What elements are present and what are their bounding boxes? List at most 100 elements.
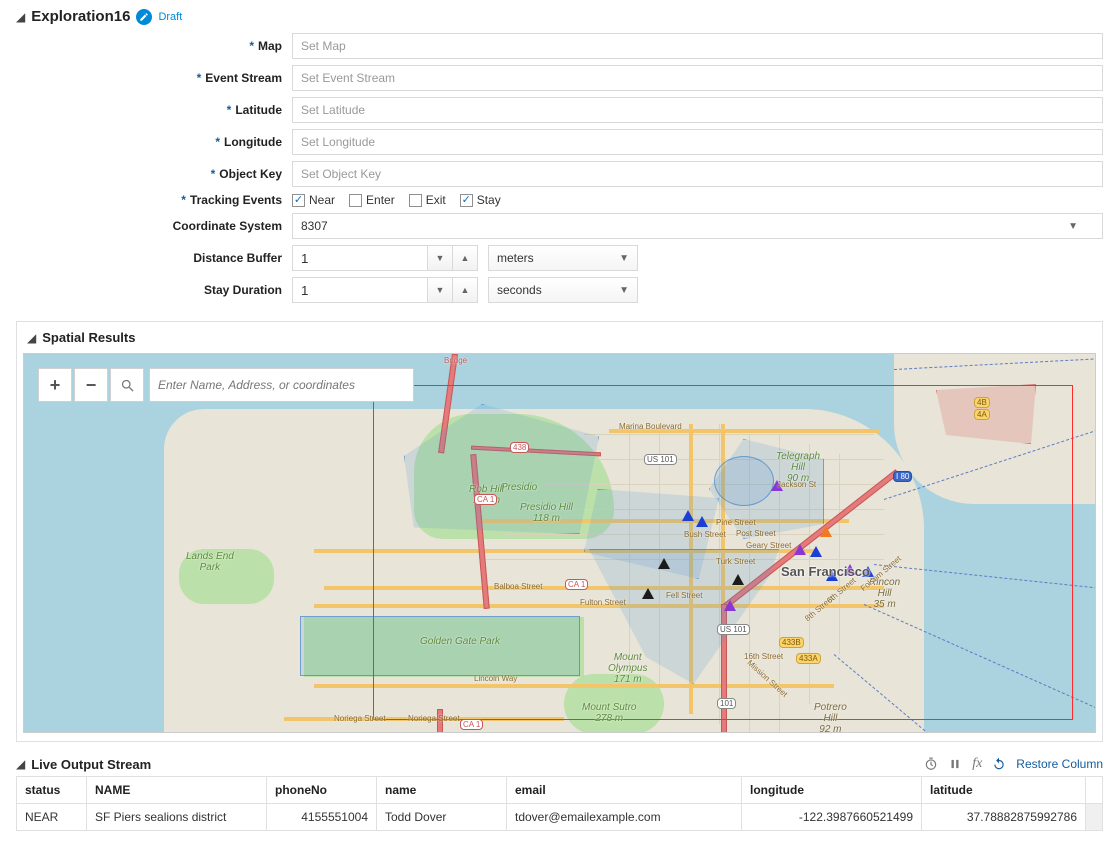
- park-label: Potrero Hill 92 m: [814, 702, 847, 733]
- scrollbar-stub[interactable]: [1086, 804, 1103, 831]
- coord-system-select[interactable]: 8307 ▼: [292, 213, 1103, 239]
- cell-phoneno: 4155551004: [267, 804, 377, 831]
- status-badge[interactable]: Draft: [158, 11, 182, 23]
- enter-checkbox[interactable]: [349, 194, 362, 207]
- pencil-icon: [139, 12, 149, 22]
- event-stream-select[interactable]: Set Event Stream: [292, 65, 1103, 91]
- stay-duration-increase[interactable]: ▲: [452, 277, 478, 303]
- stay-duration-unit-select[interactable]: seconds ▼: [488, 277, 638, 303]
- coord-system-value: 8307: [301, 219, 328, 233]
- map-select[interactable]: Set Map: [292, 33, 1103, 59]
- park-label: Presidio: [501, 482, 537, 493]
- col-email[interactable]: email: [507, 777, 742, 804]
- road-label: Bridge: [444, 356, 467, 365]
- enter-checkbox-label: Enter: [366, 193, 395, 207]
- near-checkbox-label: Near: [309, 193, 335, 207]
- cell-email: tdover@emailexample.com: [507, 804, 742, 831]
- road-label: Post Street: [736, 529, 776, 538]
- collapse-icon[interactable]: ◢: [27, 331, 36, 345]
- park-label: Presidio Hill 118 m: [520, 502, 573, 524]
- col-latitude[interactable]: latitude: [922, 777, 1086, 804]
- object-key-label: Object Key: [219, 167, 282, 181]
- road-label: Turk Street: [716, 557, 755, 566]
- highway-shield: US 101: [717, 624, 750, 635]
- timer-icon[interactable]: [924, 757, 938, 771]
- live-output-stream-section: ◢ Live Output Stream fx Restore Column s…: [16, 752, 1103, 831]
- live-output-title: Live Output Stream: [31, 757, 151, 772]
- collapse-icon[interactable]: ◢: [16, 10, 25, 24]
- collapse-icon[interactable]: ◢: [16, 757, 25, 771]
- distance-buffer-input[interactable]: [292, 245, 428, 271]
- map-marker[interactable]: [732, 574, 744, 585]
- road-label: Fulton Street: [580, 598, 626, 607]
- cell-name: Todd Dover: [377, 804, 507, 831]
- stay-checkbox[interactable]: [460, 194, 473, 207]
- distance-buffer-increase[interactable]: ▲: [452, 245, 478, 271]
- map-marker[interactable]: [820, 526, 832, 537]
- park-label: Mount Olympus 171 m: [608, 652, 647, 685]
- map-marker[interactable]: [810, 546, 822, 557]
- chevron-down-icon: ▼: [619, 285, 629, 296]
- page-title: Exploration16: [31, 8, 130, 25]
- highway-shield: 4B: [974, 397, 990, 408]
- map-marker[interactable]: [658, 558, 670, 569]
- cell-latitude: 37.78882875992786: [922, 804, 1086, 831]
- tracking-events-label: Tracking Events: [190, 193, 282, 207]
- map-search-input[interactable]: Enter Name, Address, or coordinates: [149, 368, 414, 402]
- map-search-button[interactable]: [110, 368, 144, 402]
- highway-shield: 438: [510, 442, 529, 453]
- highway-shield: 101: [717, 698, 736, 709]
- park-label: Lands End Park: [186, 551, 234, 573]
- distance-buffer-label: Distance Buffer: [193, 251, 282, 265]
- longitude-select[interactable]: Set Longitude: [292, 129, 1103, 155]
- edit-button[interactable]: [136, 9, 152, 25]
- map-marker[interactable]: [794, 544, 806, 555]
- highway-shield: 433B: [779, 637, 804, 648]
- road-label: Noriega Street: [334, 714, 386, 723]
- distance-unit-value: meters: [497, 251, 534, 265]
- col-longitude[interactable]: longitude: [742, 777, 922, 804]
- road-label: Geary Street: [746, 541, 791, 550]
- exit-checkbox[interactable]: [409, 194, 422, 207]
- col-name[interactable]: name: [377, 777, 507, 804]
- spatial-results-title: Spatial Results: [42, 330, 135, 345]
- chevron-down-icon: ▼: [1068, 221, 1078, 232]
- map-label: Map: [258, 39, 282, 53]
- stay-duration-input[interactable]: [292, 277, 428, 303]
- road-label: Noriega Street: [408, 714, 460, 723]
- restore-icon[interactable]: [992, 757, 1006, 771]
- road-label: Bush Street: [684, 530, 726, 539]
- stay-duration-decrease[interactable]: ▼: [427, 277, 453, 303]
- near-checkbox[interactable]: [292, 194, 305, 207]
- highway-shield: US 101: [644, 454, 677, 465]
- col-status[interactable]: status: [17, 777, 87, 804]
- fx-icon[interactable]: fx: [972, 756, 982, 772]
- highway-shield: CA 1: [474, 494, 497, 505]
- cell-longitude: -122.3987660521499: [742, 804, 922, 831]
- col-phoneno[interactable]: phoneNo: [267, 777, 377, 804]
- latitude-select[interactable]: Set Latitude: [292, 97, 1103, 123]
- highway-shield: I 80: [893, 471, 912, 482]
- map-marker[interactable]: [642, 588, 654, 599]
- map-viewport[interactable]: San Francisco Golden Gate Park Presidio …: [23, 353, 1096, 733]
- map-marker[interactable]: [724, 600, 736, 611]
- stay-duration-label: Stay Duration: [204, 283, 282, 297]
- map-marker[interactable]: [696, 516, 708, 527]
- road-label: Balboa Street: [494, 582, 542, 591]
- restore-column-link[interactable]: Restore Column: [1016, 757, 1103, 771]
- distance-unit-select[interactable]: meters ▼: [488, 245, 638, 271]
- road-label: Marina Boulevard: [619, 422, 682, 431]
- object-key-select[interactable]: Set Object Key: [292, 161, 1103, 187]
- road-label: Lincoln Way: [474, 674, 517, 683]
- col-name-upper[interactable]: NAME: [87, 777, 267, 804]
- spatial-results-section: ◢ Spatial Results: [16, 321, 1103, 742]
- pause-icon[interactable]: [948, 757, 962, 771]
- map-marker[interactable]: [682, 510, 694, 521]
- zoom-in-button[interactable]: +: [38, 368, 72, 402]
- road-label: Fell Street: [666, 591, 702, 600]
- distance-buffer-decrease[interactable]: ▼: [427, 245, 453, 271]
- city-label: San Francisco: [781, 564, 870, 579]
- road-label: Pine Street: [716, 518, 756, 527]
- zoom-out-button[interactable]: −: [74, 368, 108, 402]
- table-row[interactable]: NEAR SF Piers sealions district 41555510…: [17, 804, 1103, 831]
